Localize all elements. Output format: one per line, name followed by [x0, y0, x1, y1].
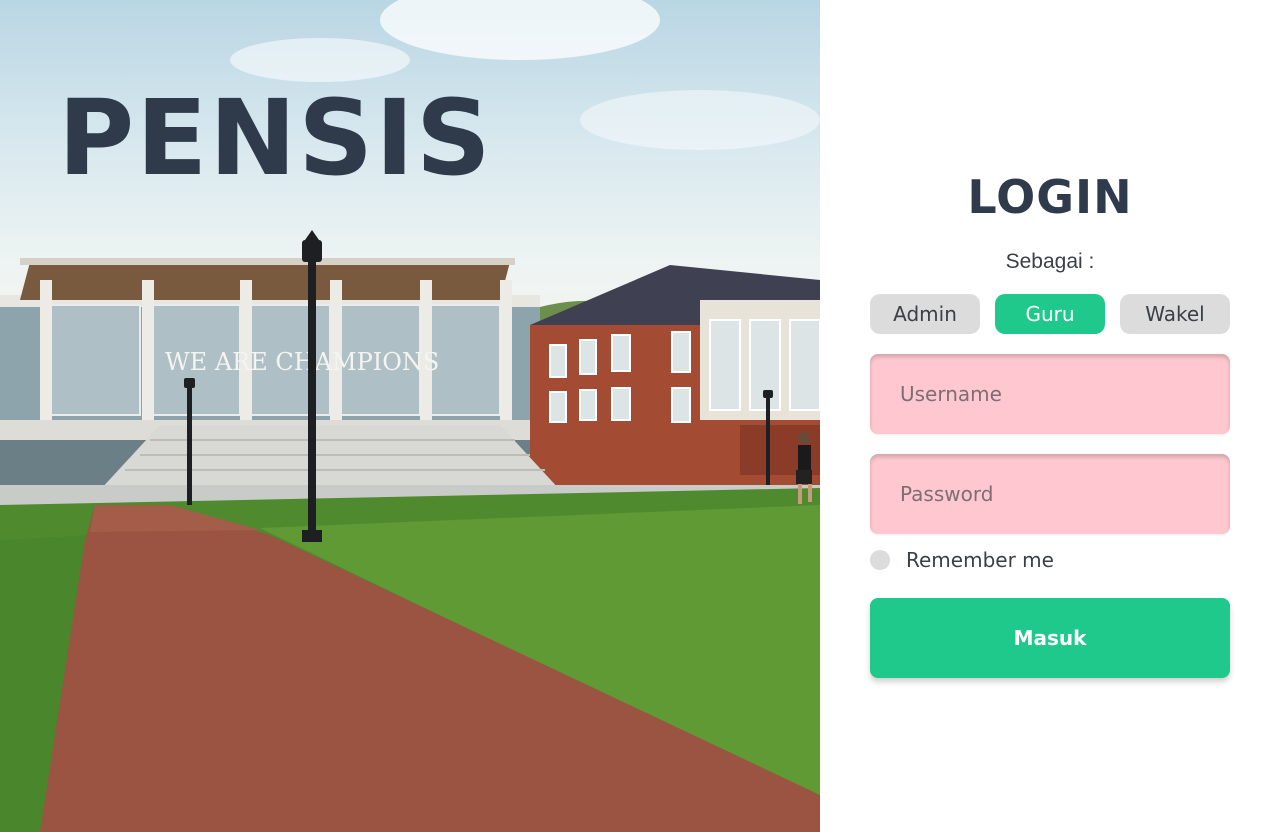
- role-wakel-button[interactable]: Wakel: [1120, 294, 1230, 334]
- login-panel: LOGIN Sebagai : Admin Guru Wakel Remembe…: [820, 0, 1280, 832]
- remember-me-label: Remember me: [906, 548, 1054, 572]
- role-admin-button[interactable]: Admin: [870, 294, 980, 334]
- radio-circle-icon[interactable]: [870, 550, 890, 570]
- password-input[interactable]: [870, 454, 1230, 534]
- role-label: Sebagai :: [1005, 250, 1095, 273]
- submit-button[interactable]: Masuk: [870, 598, 1230, 678]
- role-guru-button[interactable]: Guru: [995, 294, 1105, 334]
- role-selector: Admin Guru Wakel: [870, 294, 1230, 334]
- login-title: LOGIN: [967, 170, 1133, 224]
- remember-me-option[interactable]: Remember me: [870, 548, 1054, 572]
- hero-image: WE ARE CHAMPIONS PENSIS: [0, 0, 820, 832]
- username-input[interactable]: [870, 354, 1230, 434]
- brand-title: PENSIS: [58, 77, 493, 199]
- building-sign: WE ARE CHAMPIONS: [165, 348, 439, 376]
